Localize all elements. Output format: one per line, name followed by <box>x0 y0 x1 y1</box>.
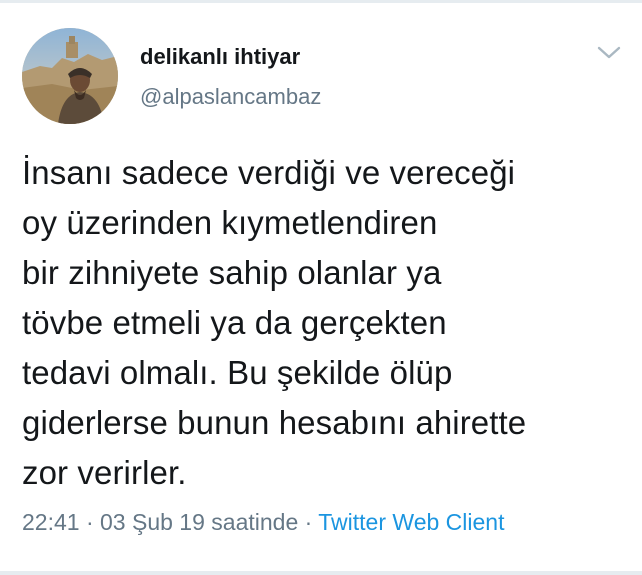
tweet-text: İnsanı sadece verdiği ve vereceği oy üze… <box>22 148 622 498</box>
tweet-text-line: zor verirler. <box>22 454 187 491</box>
chevron-down-icon[interactable] <box>596 44 622 62</box>
display-name[interactable]: delikanlı ihtiyar <box>140 43 321 71</box>
tweet-text-line: giderlerse bunun hesabını ahirette <box>22 404 527 441</box>
tweet-text-line: İnsanı sadece verdiği ve vereceği <box>22 154 516 191</box>
avatar[interactable] <box>22 28 118 124</box>
tweet-card: delikanlı ihtiyar @alpaslancambaz İnsanı… <box>0 0 642 575</box>
tweet-text-line: tövbe etmeli ya da gerçekten <box>22 304 447 341</box>
tweet-date[interactable]: 03 Şub 19 saatinde <box>100 509 298 535</box>
tweet-source-link[interactable]: Twitter Web Client <box>318 509 504 535</box>
bottom-divider <box>0 571 642 575</box>
meta-separator: · <box>304 509 313 535</box>
user-names: delikanlı ihtiyar @alpaslancambaz <box>140 43 321 111</box>
tweet-meta: 22:41 · 03 Şub 19 saatinde · Twitter Web… <box>22 507 504 537</box>
user-handle[interactable]: @alpaslancambaz <box>140 83 321 111</box>
tweet-text-line: bir zihniyete sahip olanlar ya <box>22 254 442 291</box>
tweet-text-line: oy üzerinden kıymetlendiren <box>22 204 438 241</box>
tweet-time[interactable]: 22:41 <box>22 509 80 535</box>
profile-photo <box>22 28 118 124</box>
meta-separator: · <box>85 509 94 535</box>
tweet-text-line: tedavi olmalı. Bu şekilde ölüp <box>22 354 453 391</box>
